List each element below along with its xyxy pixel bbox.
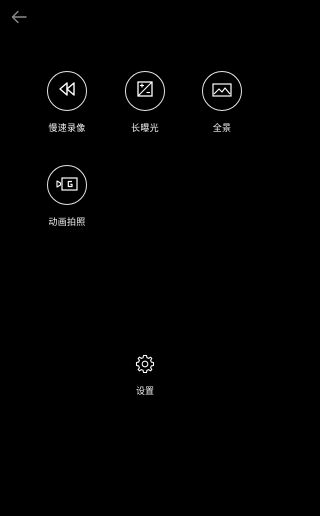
gear-icon xyxy=(135,354,155,378)
mode-circle xyxy=(202,71,242,111)
gif-camera-icon xyxy=(56,176,78,195)
back-button[interactable] xyxy=(8,8,30,28)
mode-circle xyxy=(125,71,165,111)
mode-circle xyxy=(47,71,87,111)
mode-animated-photo[interactable]: 动画拍照 xyxy=(31,165,103,228)
landscape-icon xyxy=(212,82,232,101)
mode-label: 慢速录像 xyxy=(48,124,86,134)
mode-label: 长曝光 xyxy=(131,124,159,134)
mode-slow-motion[interactable]: 慢速录像 xyxy=(31,71,103,134)
rewind-icon xyxy=(57,81,77,101)
arrow-left-icon xyxy=(11,9,27,28)
settings-button[interactable]: 设置 xyxy=(109,354,181,397)
mode-label: 全景 xyxy=(212,124,232,134)
mode-panorama[interactable]: 全景 xyxy=(186,71,258,134)
mode-circle xyxy=(47,165,87,205)
settings-label: 设置 xyxy=(135,387,154,397)
exposure-icon xyxy=(137,81,153,101)
mode-label: 动画拍照 xyxy=(48,218,86,228)
mode-long-exposure[interactable]: 长曝光 xyxy=(109,71,181,134)
